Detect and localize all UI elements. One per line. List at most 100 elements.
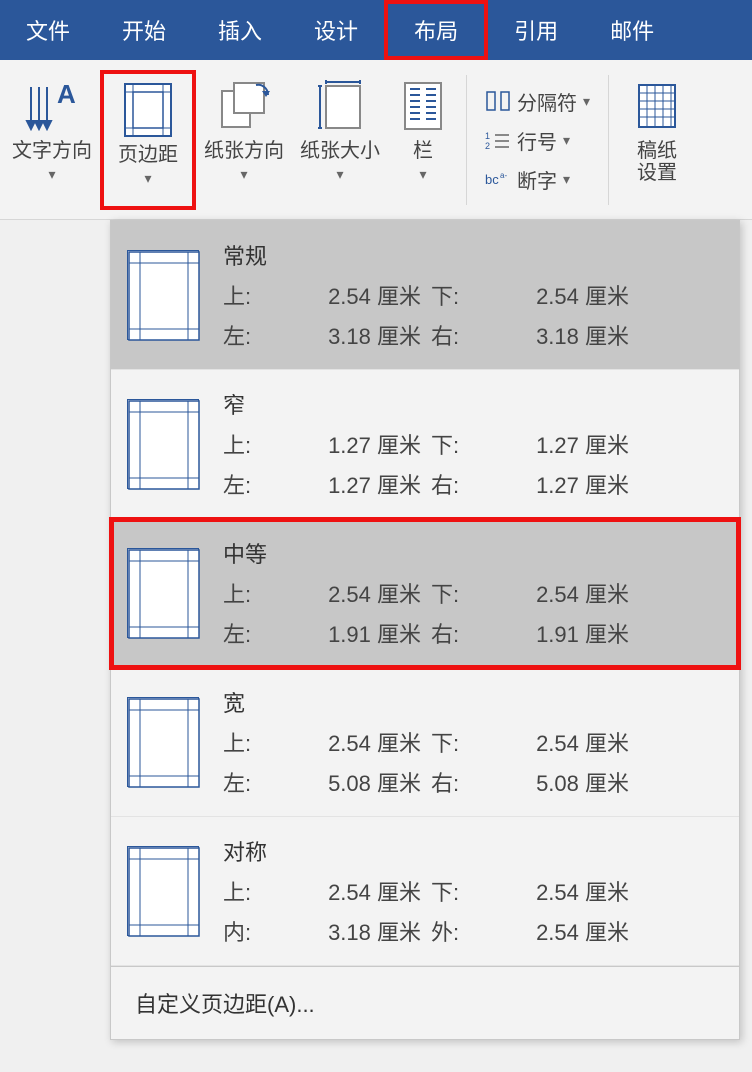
line-numbers-button[interactable]: 12 行号 ▾: [485, 126, 590, 155]
separator: [466, 75, 467, 205]
margin-label: 下:: [431, 279, 479, 311]
margin-label: 右:: [431, 319, 479, 351]
columns-button[interactable]: 栏 ▾: [388, 70, 458, 210]
hyphenation-label: 断字: [517, 165, 557, 194]
tab-references[interactable]: 引用: [488, 0, 584, 60]
orientation-button[interactable]: 纸张方向 ▾: [196, 70, 292, 210]
manuscript-button[interactable]: 稿纸 设置: [617, 70, 697, 210]
tab-home[interactable]: 开始: [96, 0, 192, 60]
size-icon: [312, 76, 368, 136]
margin-value: 1.27 厘米: [489, 468, 629, 500]
margin-preset-body: 窄上:1.27 厘米下:1.27 厘米左:1.27 厘米右:1.27 厘米: [223, 388, 723, 500]
custom-margins-button[interactable]: 自定义页边距(A)...: [111, 966, 739, 1039]
margin-preset-3[interactable]: 宽上:2.54 厘米下:2.54 厘米左:5.08 厘米右:5.08 厘米: [111, 668, 739, 817]
margin-label: 内:: [223, 915, 271, 947]
margin-label: 上:: [223, 428, 271, 460]
margin-value: 2.54 厘米: [489, 915, 629, 947]
margins-dropdown: 常规上:2.54 厘米下:2.54 厘米左:3.18 厘米右:3.18 厘米窄上…: [110, 220, 740, 1040]
margin-value: 1.27 厘米: [281, 468, 421, 500]
margin-label: 左:: [223, 617, 271, 649]
size-label: 纸张大小: [300, 140, 380, 162]
margin-label: 右:: [431, 468, 479, 500]
tab-layout[interactable]: 布局: [384, 0, 488, 60]
caret-icon: ▾: [144, 170, 151, 187]
tab-mailings[interactable]: 邮件: [584, 0, 680, 60]
margin-value: 2.54 厘米: [281, 726, 421, 758]
margin-preset-4[interactable]: 对称上:2.54 厘米下:2.54 厘米内:3.18 厘米外:2.54 厘米: [111, 817, 739, 966]
ribbon-tabs: 文件 开始 插入 设计 布局 引用 邮件: [0, 0, 752, 60]
margin-preset-1[interactable]: 窄上:1.27 厘米下:1.27 厘米左:1.27 厘米右:1.27 厘米: [111, 370, 739, 519]
tab-design[interactable]: 设计: [288, 0, 384, 60]
svg-text:a-: a-: [500, 171, 507, 180]
caret-icon: ▾: [336, 166, 343, 183]
margin-label: 下:: [431, 428, 479, 460]
page-setup-group: 分隔符 ▾ 12 行号 ▾ bca- 断字 ▾: [475, 70, 600, 210]
margin-value: 2.54 厘米: [489, 577, 629, 609]
margin-value: 3.18 厘米: [489, 319, 629, 351]
margin-value: 3.18 厘米: [281, 915, 421, 947]
margin-preset-body: 常规上:2.54 厘米下:2.54 厘米左:3.18 厘米右:3.18 厘米: [223, 239, 723, 351]
margin-value: 1.91 厘米: [281, 617, 421, 649]
separator: [608, 75, 609, 205]
margin-label: 上:: [223, 726, 271, 758]
margin-value: 1.91 厘米: [489, 617, 629, 649]
margin-values: 上:2.54 厘米下:2.54 厘米左:3.18 厘米右:3.18 厘米: [223, 279, 723, 351]
margin-preset-body: 中等上:2.54 厘米下:2.54 厘米左:1.91 厘米右:1.91 厘米: [223, 537, 723, 649]
margin-preset-0[interactable]: 常规上:2.54 厘米下:2.54 厘米左:3.18 厘米右:3.18 厘米: [111, 221, 739, 370]
manuscript-icon: [635, 76, 679, 136]
margin-values: 上:2.54 厘米下:2.54 厘米内:3.18 厘米外:2.54 厘米: [223, 875, 723, 947]
svg-text:1: 1: [485, 131, 490, 141]
margins-button[interactable]: 页边距 ▾: [100, 70, 196, 210]
size-button[interactable]: 纸张大小 ▾: [292, 70, 388, 210]
margin-label: 上:: [223, 875, 271, 907]
margin-values: 上:2.54 厘米下:2.54 厘米左:1.91 厘米右:1.91 厘米: [223, 577, 723, 649]
hyphenation-icon: bca-: [485, 168, 511, 190]
margin-values: 上:2.54 厘米下:2.54 厘米左:5.08 厘米右:5.08 厘米: [223, 726, 723, 798]
text-direction-button[interactable]: A 文字方向 ▾: [4, 70, 100, 210]
margin-label: 外:: [431, 915, 479, 947]
margin-preset-icon: [127, 846, 199, 936]
margin-value: 1.27 厘米: [281, 428, 421, 460]
margin-preset-title: 对称: [223, 835, 723, 867]
margin-label: 左:: [223, 468, 271, 500]
columns-label: 栏: [413, 140, 433, 162]
margin-value: 2.54 厘米: [281, 577, 421, 609]
margin-preset-2[interactable]: 中等上:2.54 厘米下:2.54 厘米左:1.91 厘米右:1.91 厘米: [111, 519, 739, 668]
manuscript-label: 稿纸 设置: [637, 140, 677, 184]
tab-file[interactable]: 文件: [0, 0, 96, 60]
margin-preset-icon: [127, 548, 199, 638]
svg-text:bc: bc: [485, 172, 499, 187]
margin-preset-title: 中等: [223, 537, 723, 569]
margin-preset-body: 对称上:2.54 厘米下:2.54 厘米内:3.18 厘米外:2.54 厘米: [223, 835, 723, 947]
margin-preset-icon: [127, 697, 199, 787]
margin-preset-title: 窄: [223, 388, 723, 420]
margin-value: 2.54 厘米: [281, 875, 421, 907]
margin-preset-body: 宽上:2.54 厘米下:2.54 厘米左:5.08 厘米右:5.08 厘米: [223, 686, 723, 798]
svg-text:2: 2: [485, 141, 490, 151]
caret-icon: ▾: [419, 166, 426, 183]
columns-icon: [403, 76, 443, 136]
margin-value: 5.08 厘米: [281, 766, 421, 798]
margin-value: 1.27 厘米: [489, 428, 629, 460]
margin-value: 2.54 厘米: [489, 279, 629, 311]
margin-label: 上:: [223, 279, 271, 311]
text-direction-label: 文字方向: [12, 140, 92, 162]
hyphenation-button[interactable]: bca- 断字 ▾: [485, 165, 590, 194]
line-numbers-icon: 12: [485, 129, 511, 151]
line-numbers-label: 行号: [517, 126, 557, 155]
orientation-label: 纸张方向: [204, 140, 284, 162]
tab-insert[interactable]: 插入: [192, 0, 288, 60]
margin-label: 左:: [223, 319, 271, 351]
margin-preset-title: 宽: [223, 686, 723, 718]
margin-value: 5.08 厘米: [489, 766, 629, 798]
caret-icon: ▾: [48, 166, 55, 183]
margin-label: 下:: [431, 726, 479, 758]
svg-text:A: A: [57, 81, 76, 109]
caret-icon: ▾: [563, 171, 570, 188]
margin-value: 2.54 厘米: [489, 875, 629, 907]
margin-preset-title: 常规: [223, 239, 723, 271]
margin-label: 下:: [431, 875, 479, 907]
margin-value: 3.18 厘米: [281, 319, 421, 351]
breaks-button[interactable]: 分隔符 ▾: [485, 87, 590, 116]
breaks-icon: [485, 90, 511, 112]
